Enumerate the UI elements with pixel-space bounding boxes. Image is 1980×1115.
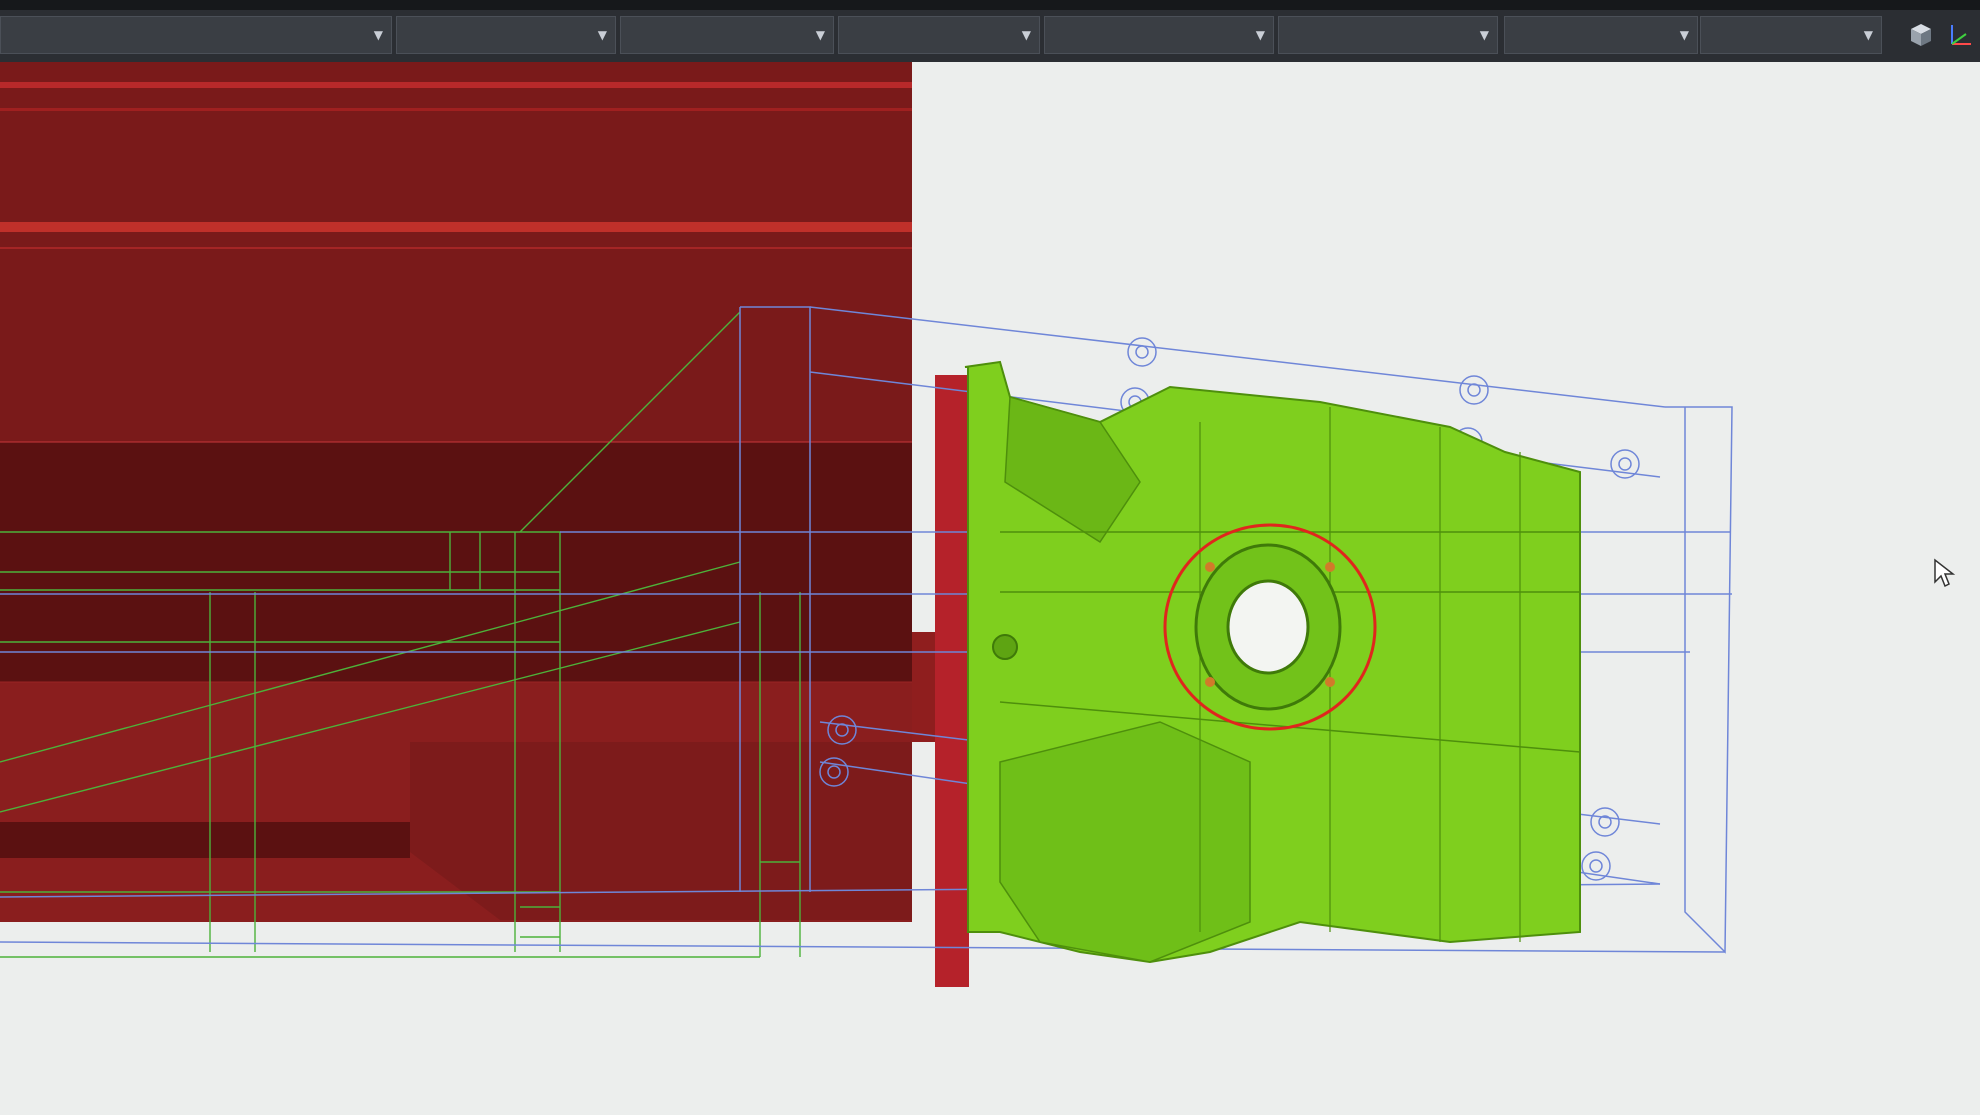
chevron-down-icon: ▼ <box>1479 28 1489 42</box>
chevron-down-icon: ▼ <box>1255 28 1265 42</box>
chevron-down-icon: ▼ <box>1679 28 1689 42</box>
chevron-down-icon: ▼ <box>373 28 383 42</box>
chevron-down-icon: ▼ <box>597 28 607 42</box>
dropdown-2[interactable]: ▼ <box>396 16 616 54</box>
dropdown-5[interactable]: ▼ <box>1044 16 1274 54</box>
dropdown-4[interactable]: ▼ <box>838 16 1040 54</box>
toolbar: ▼ ▼ ▼ ▼ ▼ ▼ ▼ ▼ <box>0 10 1980 64</box>
chevron-down-icon: ▼ <box>1863 28 1873 42</box>
chevron-down-icon: ▼ <box>1021 28 1031 42</box>
transmission-housing[interactable] <box>964 360 1581 964</box>
dropdown-3[interactable]: ▼ <box>620 16 834 54</box>
mouse-cursor-icon <box>1934 558 1956 588</box>
viewport-canvas[interactable] <box>0 62 1980 1115</box>
dropdown-1[interactable]: ▼ <box>0 16 392 54</box>
axis-triad-icon[interactable] <box>1944 20 1974 50</box>
chevron-down-icon: ▼ <box>815 28 825 42</box>
engine-block[interactable] <box>0 62 936 922</box>
dropdown-6[interactable]: ▼ <box>1278 16 1498 54</box>
title-strip <box>0 0 1980 10</box>
view-cube-icon[interactable] <box>1906 20 1936 50</box>
dropdown-7[interactable]: ▼ <box>1504 16 1698 54</box>
flywheel-plate[interactable] <box>935 375 969 987</box>
dropdown-8[interactable]: ▼ <box>1700 16 1882 54</box>
3d-viewport[interactable] <box>0 62 1980 1115</box>
cad-application: ▼ ▼ ▼ ▼ ▼ ▼ ▼ ▼ <box>0 0 1980 1115</box>
